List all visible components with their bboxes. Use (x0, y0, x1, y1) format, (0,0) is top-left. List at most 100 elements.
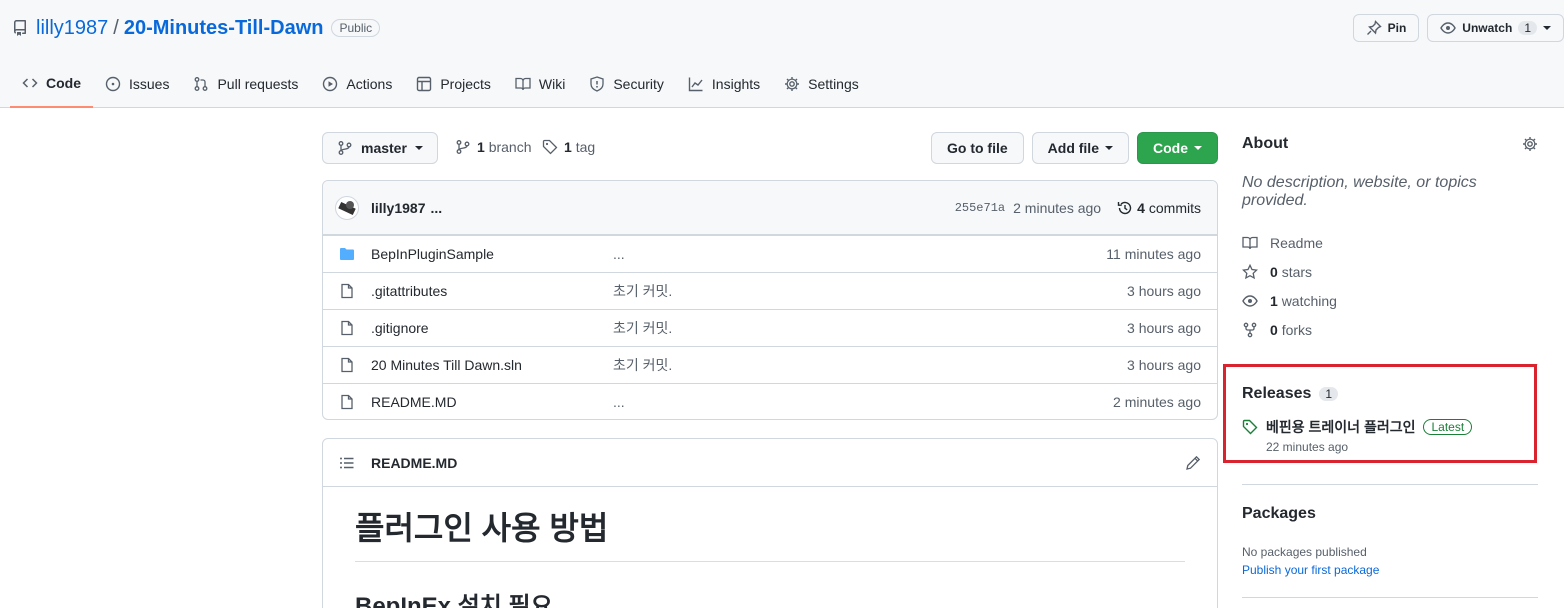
list-icon[interactable] (339, 455, 355, 471)
repo-title: lilly1987 / 20-Minutes-Till-Dawn Public (12, 14, 381, 42)
commits-link[interactable]: 4 commits (1117, 200, 1201, 216)
commit-message-link[interactable]: ... (431, 200, 443, 216)
file-age: 11 minutes ago (1106, 246, 1201, 262)
repo-owner-link[interactable]: lilly1987 (36, 17, 108, 40)
pin-label: Pin (1387, 21, 1407, 35)
history-icon (1117, 201, 1132, 214)
divider (1242, 597, 1538, 598)
readme-filename-link[interactable]: README.MD (371, 455, 457, 471)
tab-label: Code (46, 75, 81, 91)
branch-icon (456, 140, 470, 154)
branch-select-button[interactable]: master (322, 132, 438, 164)
graph-icon (688, 77, 703, 92)
file-name-link[interactable]: .gitignore (371, 320, 613, 336)
publish-package-link[interactable]: Publish your first package (1242, 563, 1538, 577)
tab-label: Pull requests (217, 76, 299, 92)
branches-link[interactable]: 1 branch (455, 139, 532, 155)
file-name-link[interactable]: BepInPluginSample (371, 246, 613, 262)
pin-button[interactable]: Pin (1352, 14, 1420, 42)
pin-icon (1366, 20, 1382, 35)
commit-sha-link[interactable]: 255e71a (955, 201, 1005, 215)
tab-label: Wiki (538, 76, 566, 92)
file-row[interactable]: .gitattributes 초기 커밋. 3 hours ago (323, 272, 1217, 309)
tab-wiki[interactable]: Wiki (503, 64, 577, 104)
chevron-down-icon (1194, 146, 1202, 150)
forks-link[interactable]: 0 forks (1242, 315, 1538, 344)
pencil-icon[interactable] (1185, 455, 1201, 471)
readme-heading-1: 플러그인 사용 방법 (355, 503, 1185, 562)
file-icon (341, 320, 353, 336)
file-row[interactable]: 20 Minutes Till Dawn.sln 초기 커밋. 3 hours … (323, 346, 1217, 383)
tab-code[interactable]: Code (10, 64, 93, 108)
file-commit-message[interactable]: ... (613, 246, 1106, 262)
tab-actions[interactable]: Actions (310, 64, 404, 104)
about-description: No description, website, or topics provi… (1242, 174, 1477, 209)
unwatch-button[interactable]: Unwatch 1 (1427, 14, 1564, 42)
watch-counter: 1 (1518, 21, 1537, 35)
file-commit-message[interactable]: ... (613, 394, 1113, 410)
tab-insights[interactable]: Insights (676, 64, 772, 104)
file-name-link[interactable]: README.MD (371, 394, 613, 410)
tags-link[interactable]: 1 tag (542, 139, 595, 155)
watching-label: watching (1281, 292, 1337, 309)
forks-count: 0 (1270, 321, 1278, 338)
readme-heading-2: BepInEx 설치 필요 (355, 593, 553, 608)
stars-count: 0 (1270, 263, 1278, 280)
tab-label: Settings (808, 76, 859, 92)
stars-link[interactable]: 0 stars (1242, 257, 1538, 286)
tab-projects[interactable]: Projects (404, 64, 503, 104)
file-commit-message[interactable]: 초기 커밋. (613, 355, 1127, 375)
repo-header: lilly1987 / 20-Minutes-Till-Dawn Public … (0, 0, 1564, 108)
packages-title[interactable]: Packages (1242, 505, 1538, 523)
star-icon (1242, 263, 1258, 279)
tab-security[interactable]: Security (577, 64, 676, 104)
tab-label: Actions (346, 76, 393, 92)
file-age: 3 hours ago (1127, 283, 1201, 299)
chevron-down-icon (1105, 146, 1113, 150)
code-button[interactable]: Code (1137, 132, 1218, 164)
branches-label: branch (488, 139, 532, 155)
file-commit-message[interactable]: 초기 커밋. (613, 318, 1127, 338)
readme-body: 플러그인 사용 방법 BepInEx 설치 필요 (323, 487, 1217, 608)
commit-age: 2 minutes ago (1013, 199, 1102, 216)
file-row[interactable]: BepInPluginSample ... 11 minutes ago (323, 235, 1217, 272)
tab-issues[interactable]: Issues (93, 64, 181, 104)
book-icon (515, 77, 531, 91)
file-row[interactable]: README.MD ... 2 minutes ago (323, 383, 1217, 419)
file-name-link[interactable]: 20 Minutes Till Dawn.sln (371, 357, 613, 373)
file-age: 3 hours ago (1127, 357, 1201, 373)
stars-label: stars (1281, 263, 1313, 280)
avatar[interactable] (335, 195, 359, 220)
about-title: About (1242, 135, 1289, 152)
branch-icon (338, 141, 352, 155)
repo-separator: / (113, 16, 119, 39)
file-age: 2 minutes ago (1113, 394, 1201, 410)
file-age: 3 hours ago (1127, 320, 1201, 336)
commit-author-link[interactable]: lilly1987 (371, 200, 426, 216)
file-name-link[interactable]: .gitattributes (371, 283, 613, 299)
readme-link[interactable]: Readme (1242, 228, 1538, 257)
latest-commit-bar: lilly1987 ... 255e71a 2 minutes ago 4 co… (323, 181, 1217, 235)
tab-label: Insights (711, 76, 761, 92)
add-file-label: Add file (1047, 140, 1099, 156)
readme-box: README.MD 플러그인 사용 방법 BepInEx 설치 필요 (322, 438, 1218, 608)
chevron-down-icon (415, 146, 423, 150)
watching-link[interactable]: 1 watching (1242, 286, 1538, 315)
readme-label: Readme (1270, 234, 1323, 251)
add-file-button[interactable]: Add file (1031, 132, 1129, 164)
about-stats: Readme 0 stars 1 watching 0 forks (1242, 228, 1538, 344)
gear-icon[interactable] (1522, 136, 1538, 152)
go-to-file-button[interactable]: Go to file (930, 132, 1024, 164)
gear-icon (785, 77, 800, 91)
file-list: lilly1987 ... 255e71a 2 minutes ago 4 co… (322, 180, 1218, 420)
watching-count: 1 (1270, 292, 1278, 309)
file-commit-message[interactable]: 초기 커밋. (613, 281, 1127, 301)
tab-settings[interactable]: Settings (772, 64, 871, 104)
file-row[interactable]: .gitignore 초기 커밋. 3 hours ago (323, 309, 1217, 346)
commits-count: 4 (1137, 199, 1145, 216)
tab-label: Projects (440, 76, 491, 92)
repo-name-link[interactable]: 20-Minutes-Till-Dawn (124, 17, 324, 40)
tab-pull-requests[interactable]: Pull requests (181, 64, 310, 104)
play-icon (323, 76, 338, 92)
header-actions: Pin Unwatch 1 (1352, 14, 1564, 42)
